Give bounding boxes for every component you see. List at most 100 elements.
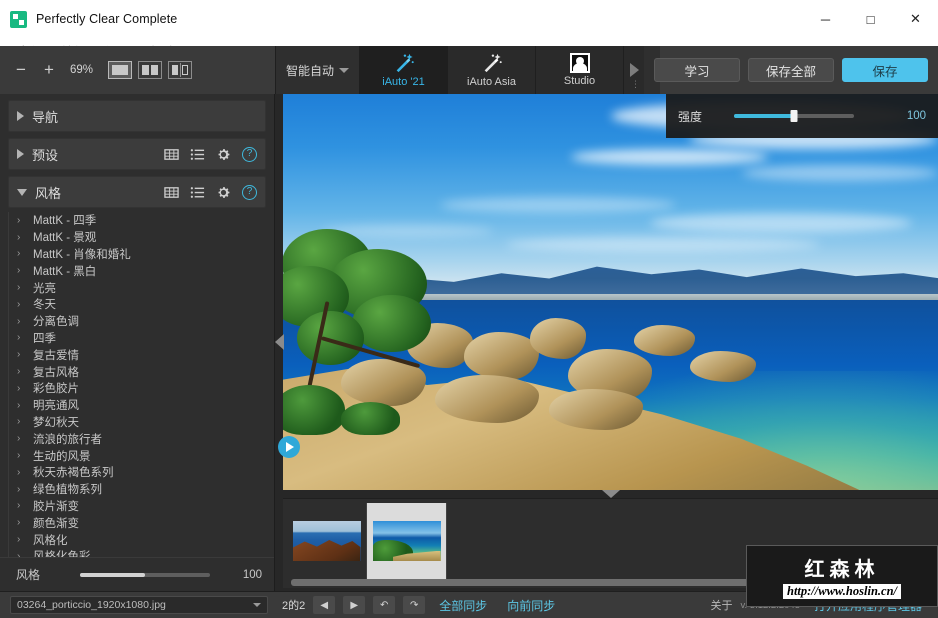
style-list-item[interactable]: ›生动的风景 xyxy=(9,447,266,464)
style-list-item[interactable]: ›光亮 xyxy=(9,279,266,296)
style-list-item[interactable]: ›风格化色彩 xyxy=(9,548,266,557)
preset-scroll-right-button[interactable]: ⋮ xyxy=(624,46,644,94)
redo-button[interactable]: ↷ xyxy=(403,596,425,614)
application-window: Perfectly Clear Complete ─ □ ✕ 文件 编辑 视图 … xyxy=(0,0,938,618)
next-image-button[interactable]: ▶ xyxy=(343,596,365,614)
close-button[interactable]: ✕ xyxy=(893,0,938,38)
style-list-item-label: 冬天 xyxy=(33,296,56,312)
style-list-item[interactable]: › 分离色调 xyxy=(9,313,266,330)
zoom-out-button[interactable]: − xyxy=(8,57,34,83)
preset-label-iauto21: iAuto '21 xyxy=(382,76,424,88)
style-list-item-label: 明亮通风 xyxy=(33,397,79,413)
style-list-item[interactable]: ›明亮通风 xyxy=(9,397,266,414)
undo-button[interactable]: ↶ xyxy=(373,596,395,614)
style-list-item[interactable]: ›冬天 xyxy=(9,296,266,313)
auto-mode-dropdown[interactable]: 智能自动 xyxy=(276,46,360,94)
gear-icon[interactable] xyxy=(216,185,231,200)
style-list-item-label: 光亮 xyxy=(33,280,56,296)
main-photo[interactable]: 强度 100 xyxy=(283,94,938,490)
chevron-right-icon: › xyxy=(17,517,25,528)
style-list-item[interactable]: ›MattK - 景观 xyxy=(9,229,266,246)
style-list-item-label: 绿色植物系列 xyxy=(33,481,102,497)
style-list-item[interactable]: ›复古爱情 xyxy=(9,346,266,363)
preset-strip: 智能自动 iAuto '21 iAuto Asia xyxy=(275,46,660,94)
style-list-item[interactable]: ›颜色渐变 xyxy=(9,514,266,531)
style-list-item[interactable]: ›秋天赤褐色系列 xyxy=(9,464,266,481)
style-list-item[interactable]: ›MattK - 四季 xyxy=(9,212,266,229)
intensity-slider-fill xyxy=(734,114,794,118)
gear-icon[interactable] xyxy=(216,147,231,162)
side-by-side-view-icon[interactable] xyxy=(168,61,192,79)
thumbnail-2[interactable] xyxy=(367,503,447,579)
intensity-slider-knob[interactable] xyxy=(791,110,798,122)
style-list-item[interactable]: ›复古风格 xyxy=(9,363,266,380)
style-list-item-label: 分离色调 xyxy=(33,313,79,329)
app-logo-icon xyxy=(10,11,27,28)
chevron-down-icon xyxy=(17,189,27,196)
chevron-right-icon xyxy=(630,63,639,77)
grid-view-icon[interactable] xyxy=(164,147,179,162)
chevron-right-icon: › xyxy=(17,450,25,461)
intensity-label: 强度 xyxy=(678,108,702,125)
thumbnail-1[interactable] xyxy=(287,503,367,579)
sync-forward-button[interactable]: 向前同步 xyxy=(501,597,561,614)
window-title: Perfectly Clear Complete xyxy=(36,12,177,26)
panel-header-presets[interactable]: 预设 ? xyxy=(8,138,266,170)
style-slider-track[interactable] xyxy=(80,573,210,577)
style-list-item[interactable]: ›流浪的旅行者 xyxy=(9,430,266,447)
minimize-button[interactable]: ─ xyxy=(803,0,848,38)
portrait-icon xyxy=(570,53,590,73)
chevron-right-icon: › xyxy=(17,484,25,495)
magic-wand-icon xyxy=(481,52,503,74)
chevron-right-icon: › xyxy=(17,349,25,360)
style-intensity-slider-row: 风格 100 xyxy=(0,557,274,591)
about-label[interactable]: 关于 xyxy=(710,597,732,613)
panel-header-styles[interactable]: 风格 ? xyxy=(8,176,266,208)
help-icon[interactable]: ? xyxy=(242,185,257,200)
maximize-button[interactable]: □ xyxy=(848,0,893,38)
style-list-item[interactable]: ›MattK - 肖像和婚礼 xyxy=(9,246,266,263)
image-count-label: 2的2 xyxy=(282,597,305,613)
save-all-button[interactable]: 保存全部 xyxy=(748,58,834,82)
chevron-right-icon: › xyxy=(17,248,25,259)
preset-tile-studio[interactable]: Studio xyxy=(536,46,624,94)
style-list-item-label: 胶片渐变 xyxy=(33,498,79,514)
zoom-controls: − + 69% xyxy=(0,46,275,94)
style-list-item[interactable]: ›彩色胶片 xyxy=(9,380,266,397)
auto-mode-label: 智能自动 xyxy=(286,62,334,79)
learn-button[interactable]: 学习 xyxy=(654,58,740,82)
previous-image-button[interactable]: ◀ xyxy=(313,596,335,614)
intensity-slider-track[interactable] xyxy=(734,114,854,118)
panel-title-navigation: 导航 xyxy=(32,107,58,126)
chevron-right-icon: › xyxy=(17,316,25,327)
save-button[interactable]: 保存 xyxy=(842,58,928,82)
style-list-item[interactable]: ›梦幻秋天 xyxy=(9,414,266,431)
panel-icons-styles: ? xyxy=(164,185,257,200)
style-list-item[interactable]: ›风格化 xyxy=(9,531,266,548)
left-sidebar: 导航 预设 ? xyxy=(0,94,275,591)
help-icon[interactable]: ? xyxy=(242,147,257,162)
split-view-icon[interactable] xyxy=(138,61,162,79)
chevron-right-icon: › xyxy=(17,232,25,243)
grid-view-icon[interactable] xyxy=(164,185,179,200)
style-list-item[interactable]: ›MattK - 黑白 xyxy=(9,262,266,279)
style-list-item-label: 复古风格 xyxy=(33,364,79,380)
action-buttons: 学习 保存全部 保存 xyxy=(660,46,938,94)
next-image-arrow[interactable] xyxy=(278,436,300,458)
style-list-item[interactable]: › 绿色植物系列 xyxy=(9,481,266,498)
zoom-in-button[interactable]: + xyxy=(36,57,62,83)
chevron-right-icon: › xyxy=(17,265,25,276)
style-slider-label: 风格 xyxy=(16,566,52,583)
style-list-item[interactable]: ›胶片渐变 xyxy=(9,498,266,515)
preset-tile-iauto21[interactable]: iAuto '21 xyxy=(360,46,448,94)
collapse-left-panel-handle[interactable] xyxy=(275,334,284,350)
list-view-icon[interactable] xyxy=(190,185,205,200)
file-select-dropdown[interactable]: 03264_porticcio_1920x1080.jpg xyxy=(10,596,268,614)
collapse-filmstrip-handle[interactable] xyxy=(602,490,620,498)
sync-all-button[interactable]: 全部同步 xyxy=(433,597,493,614)
list-view-icon[interactable] xyxy=(190,147,205,162)
panel-header-navigation[interactable]: 导航 xyxy=(8,100,266,132)
single-view-icon[interactable] xyxy=(108,61,132,79)
style-list-item[interactable]: ›四季 xyxy=(9,330,266,347)
preset-tile-iauto-asia[interactable]: iAuto Asia xyxy=(448,46,536,94)
